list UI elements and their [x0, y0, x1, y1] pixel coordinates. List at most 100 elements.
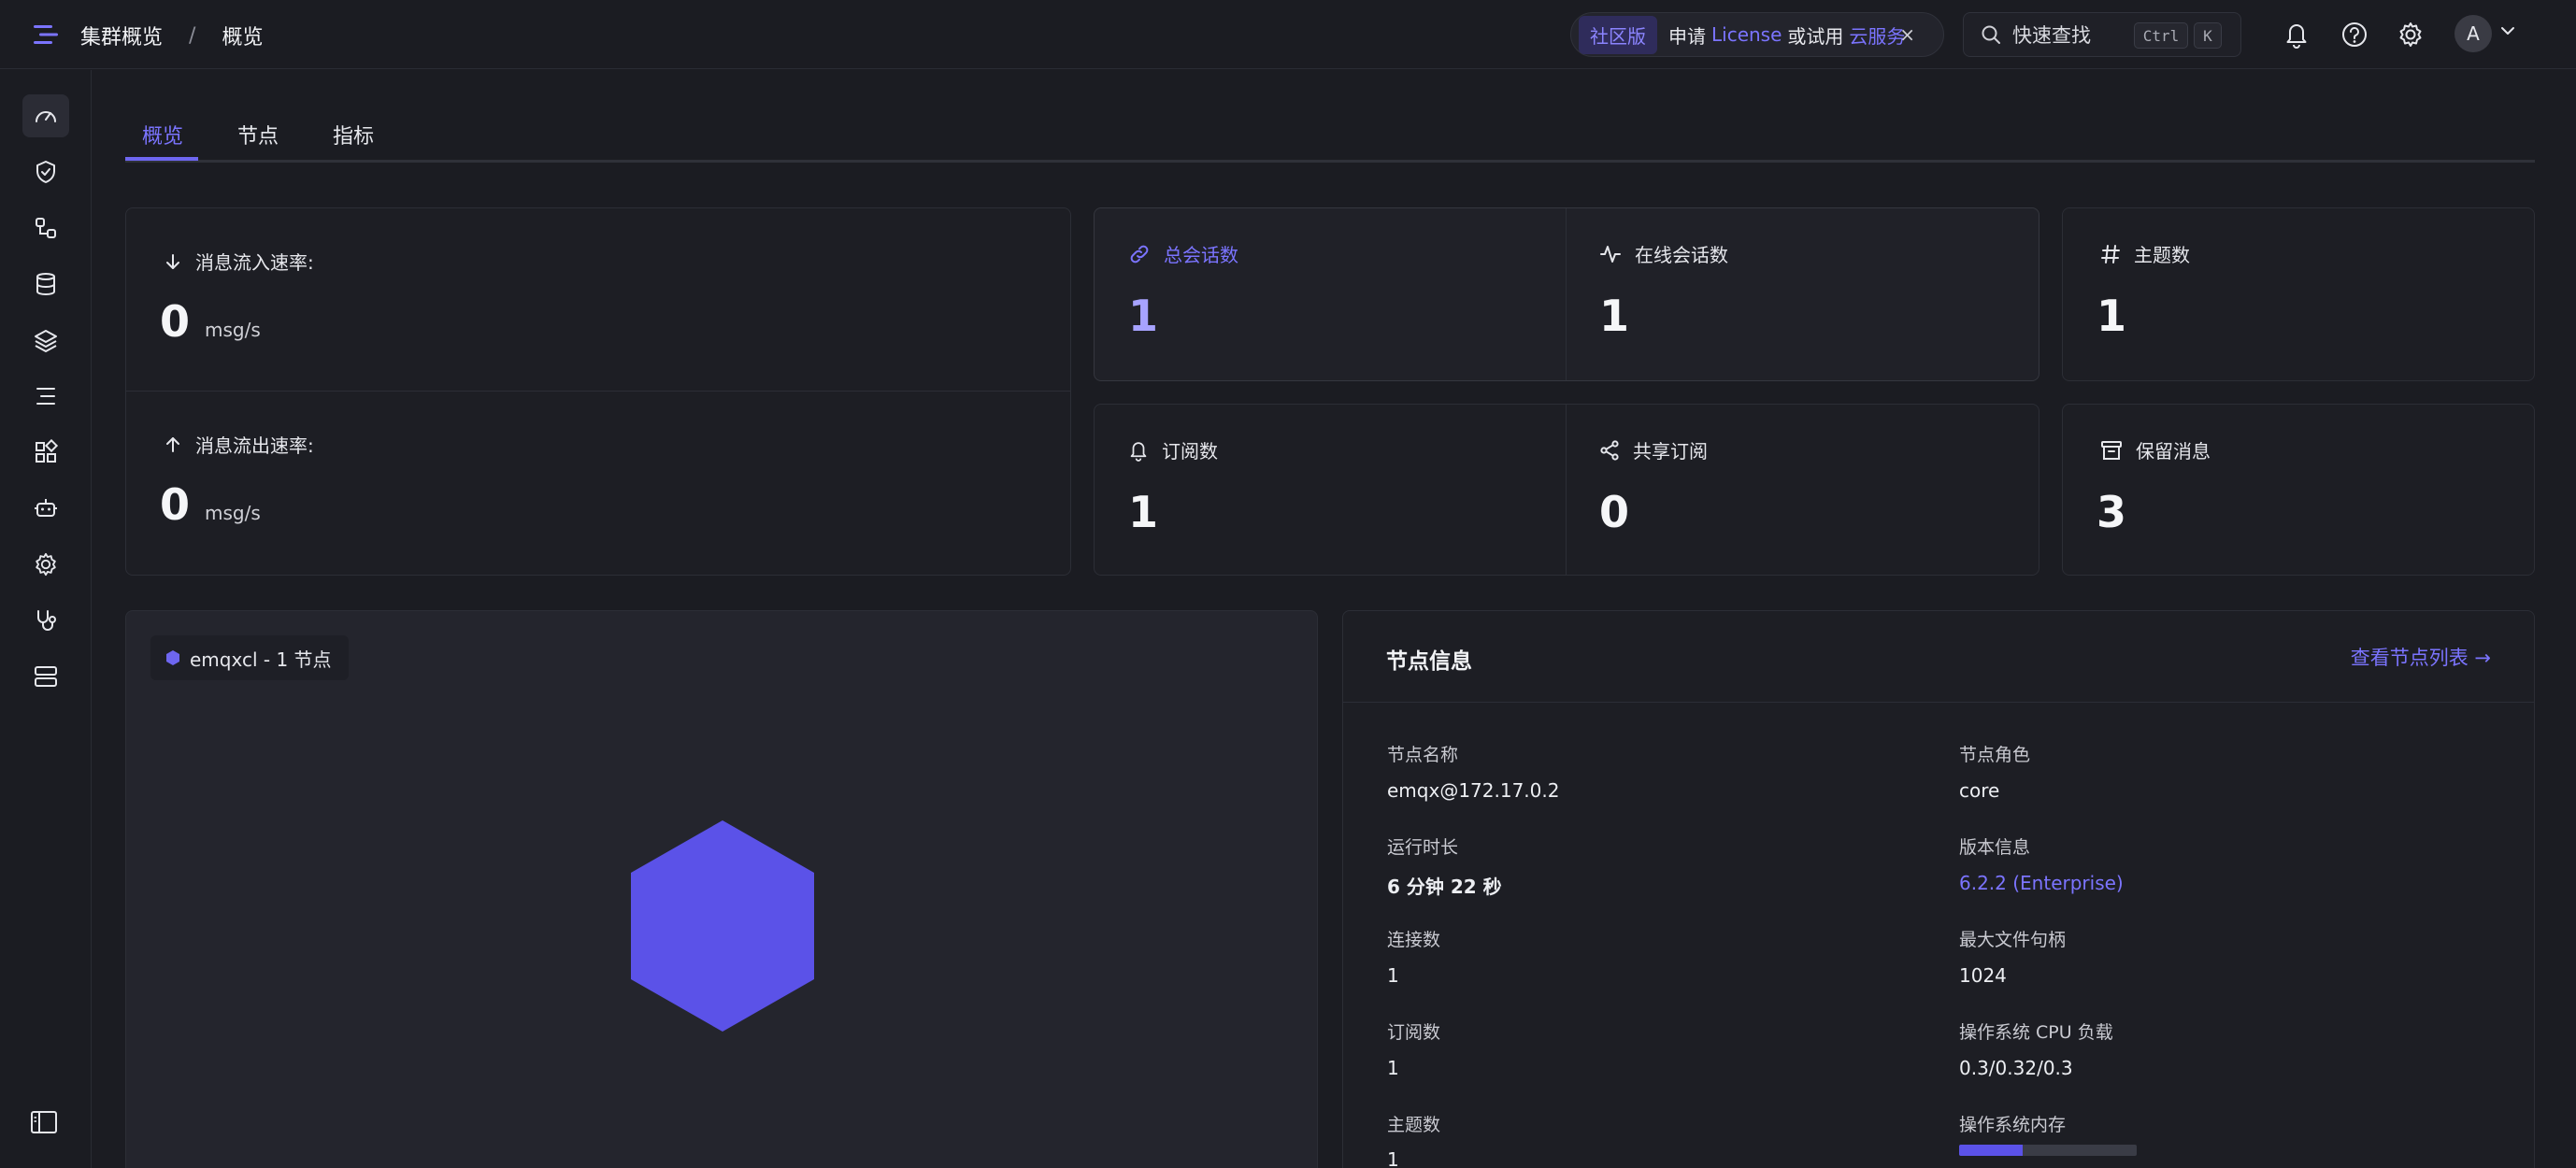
sidebar-item-ai[interactable] — [22, 487, 69, 530]
incoming-rate-number: 0 — [160, 296, 191, 347]
hash-icon — [2101, 244, 2120, 264]
incoming-rate-text: 消息流入速率: — [195, 251, 314, 274]
cpu-load-value: 0.3/0.32/0.3 — [1959, 1057, 2073, 1079]
avatar[interactable]: A — [2454, 15, 2492, 52]
topics-label: 主题数 — [2100, 240, 2190, 267]
uptime-label: 运行时长 — [1387, 837, 1459, 858]
shared-subscriptions-value: 0 — [1599, 487, 1630, 537]
message-rate-card: 消息流入速率: 0 msg/s 消息流出速率: 0 msg/s — [125, 207, 1071, 576]
subscriptions-value: 1 — [1128, 487, 1159, 537]
os-memory-bar-fill — [1959, 1145, 2024, 1156]
edition-badge: 社区版 — [1579, 15, 1657, 54]
cluster-selector[interactable]: emqxcl - 1 节点 — [150, 635, 349, 680]
settings-icon[interactable] — [2395, 19, 2426, 50]
sidebar-item-servers[interactable] — [22, 655, 69, 698]
subscriptions-label: 订阅数 — [1128, 436, 1218, 463]
server-icon — [35, 666, 57, 687]
retained-messages-label: 保留消息 — [2100, 436, 2211, 463]
online-sessions-label: 在线会话数 — [1599, 240, 1728, 267]
connections-value: 1 — [1387, 964, 1399, 987]
outgoing-rate-value: 0 msg/s — [160, 479, 261, 530]
node-info-header: 节点信息 查看节点列表 → — [1343, 611, 2534, 703]
shield-icon — [36, 161, 55, 183]
node-subscriptions-label: 订阅数 — [1387, 1022, 1441, 1043]
uptime-value: 6 分钟 22 秒 — [1387, 876, 1502, 898]
subscriptions-text: 订阅数 — [1162, 440, 1218, 463]
flow-icon — [36, 218, 56, 238]
license-promo-banner: 社区版 申请 License 或试用 云服务 × — [1570, 12, 1944, 57]
sidebar-collapse-icon[interactable] — [30, 1110, 58, 1138]
menu-icon[interactable] — [32, 22, 60, 47]
bell-icon[interactable] — [2281, 19, 2312, 50]
sidebar-item-diagnose[interactable] — [22, 599, 69, 642]
share-icon — [1600, 439, 1619, 461]
sidebar-item-integration[interactable] — [22, 207, 69, 249]
outgoing-rate-number: 0 — [160, 479, 191, 530]
node-role-value: core — [1959, 779, 2000, 802]
search-placeholder: 快速查找 — [2012, 24, 2091, 47]
tab-nodes[interactable]: 节点 — [237, 120, 279, 150]
sidebar-item-data[interactable] — [22, 263, 69, 306]
quick-search-input[interactable]: 快速查找 Ctrl K — [1963, 12, 2241, 57]
topics-value: 1 — [2097, 291, 2127, 341]
chevron-down-icon[interactable] — [2499, 22, 2516, 43]
view-node-list-link[interactable]: 查看节点列表 → — [2351, 643, 2491, 671]
total-sessions-value: 1 — [1128, 291, 1159, 341]
help-icon[interactable] — [2339, 19, 2370, 50]
search-icon — [1982, 25, 2000, 44]
active-tab-indicator — [125, 157, 198, 161]
arrow-down-icon — [166, 253, 179, 269]
node-info-title: 节点信息 — [1386, 649, 1472, 674]
total-sessions-label: 总会话数 — [1128, 240, 1238, 267]
node-topics-label: 主题数 — [1387, 1115, 1441, 1135]
sidebar-item-extensions[interactable] — [22, 431, 69, 474]
promo-text-apply: 申请 — [1668, 24, 1706, 48]
max-file-handles-value: 1024 — [1959, 964, 2007, 987]
gear-icon — [36, 552, 56, 577]
extensions-icon — [36, 439, 59, 463]
outgoing-rate-unit: msg/s — [205, 502, 261, 524]
online-sessions-text: 在线会话数 — [1635, 244, 1728, 266]
version-value[interactable]: 6.2.2 (Enterprise) — [1959, 872, 2124, 894]
topics-card: 主题数 1 — [2062, 207, 2535, 381]
database-icon — [36, 273, 55, 296]
breadcrumb-root[interactable]: 集群概览 — [80, 21, 163, 50]
divider — [1566, 405, 1567, 575]
incoming-rate-unit: msg/s — [205, 319, 261, 341]
top-bar: 集群概览 / 概览 社区版 申请 License 或试用 云服务 × 快速查找 … — [0, 0, 2576, 69]
list-icon — [36, 388, 55, 405]
node-hexagon[interactable] — [629, 819, 816, 1033]
shortcut-k-key: K — [2194, 22, 2222, 49]
archive-icon — [2101, 440, 2122, 460]
sidebar-item-layers[interactable] — [22, 319, 69, 362]
sessions-card[interactable]: 总会话数 1 在线会话数 1 — [1094, 207, 2039, 381]
license-link[interactable]: License — [1711, 23, 1782, 46]
node-role-label: 节点角色 — [1959, 745, 2031, 765]
promo-close-button[interactable]: × — [1899, 23, 1915, 46]
layers-icon — [35, 330, 57, 352]
tab-metrics[interactable]: 指标 — [333, 120, 374, 150]
tab-overview[interactable]: 概览 — [142, 120, 183, 150]
cpu-load-label: 操作系统 CPU 负载 — [1959, 1022, 2113, 1043]
breadcrumb-current: 概览 — [222, 26, 264, 50]
sidebar-item-logs[interactable] — [22, 375, 69, 418]
breadcrumb: 集群概览 / 概览 — [80, 21, 263, 50]
outgoing-rate-label: 消息流出速率: — [164, 431, 314, 458]
shared-subscriptions-text: 共享订阅 — [1633, 440, 1708, 463]
sidebar-item-dashboard[interactable] — [22, 94, 69, 137]
stethoscope-icon — [37, 610, 56, 631]
node-topics-value: 1 — [1387, 1148, 1399, 1168]
sidebar-item-management[interactable] — [22, 543, 69, 586]
retained-messages-text: 保留消息 — [2136, 440, 2211, 463]
sidebar-item-access-control[interactable] — [22, 150, 69, 193]
node-subscriptions-value: 1 — [1387, 1057, 1399, 1079]
outgoing-rate-row: 消息流出速率: 0 msg/s — [126, 392, 1070, 577]
cloud-service-link[interactable]: 云服务 — [1849, 21, 1905, 49]
node-name-value: emqx@172.17.0.2 — [1387, 779, 1560, 802]
max-file-handles-label: 最大文件句柄 — [1959, 930, 2067, 950]
connections-label: 连接数 — [1387, 930, 1441, 950]
outgoing-rate-text: 消息流出速率: — [195, 434, 314, 457]
incoming-rate-label: 消息流入速率: — [164, 248, 314, 275]
cluster-topology-panel: emqxcl - 1 节点 — [125, 610, 1318, 1168]
bell-icon — [1130, 441, 1147, 462]
